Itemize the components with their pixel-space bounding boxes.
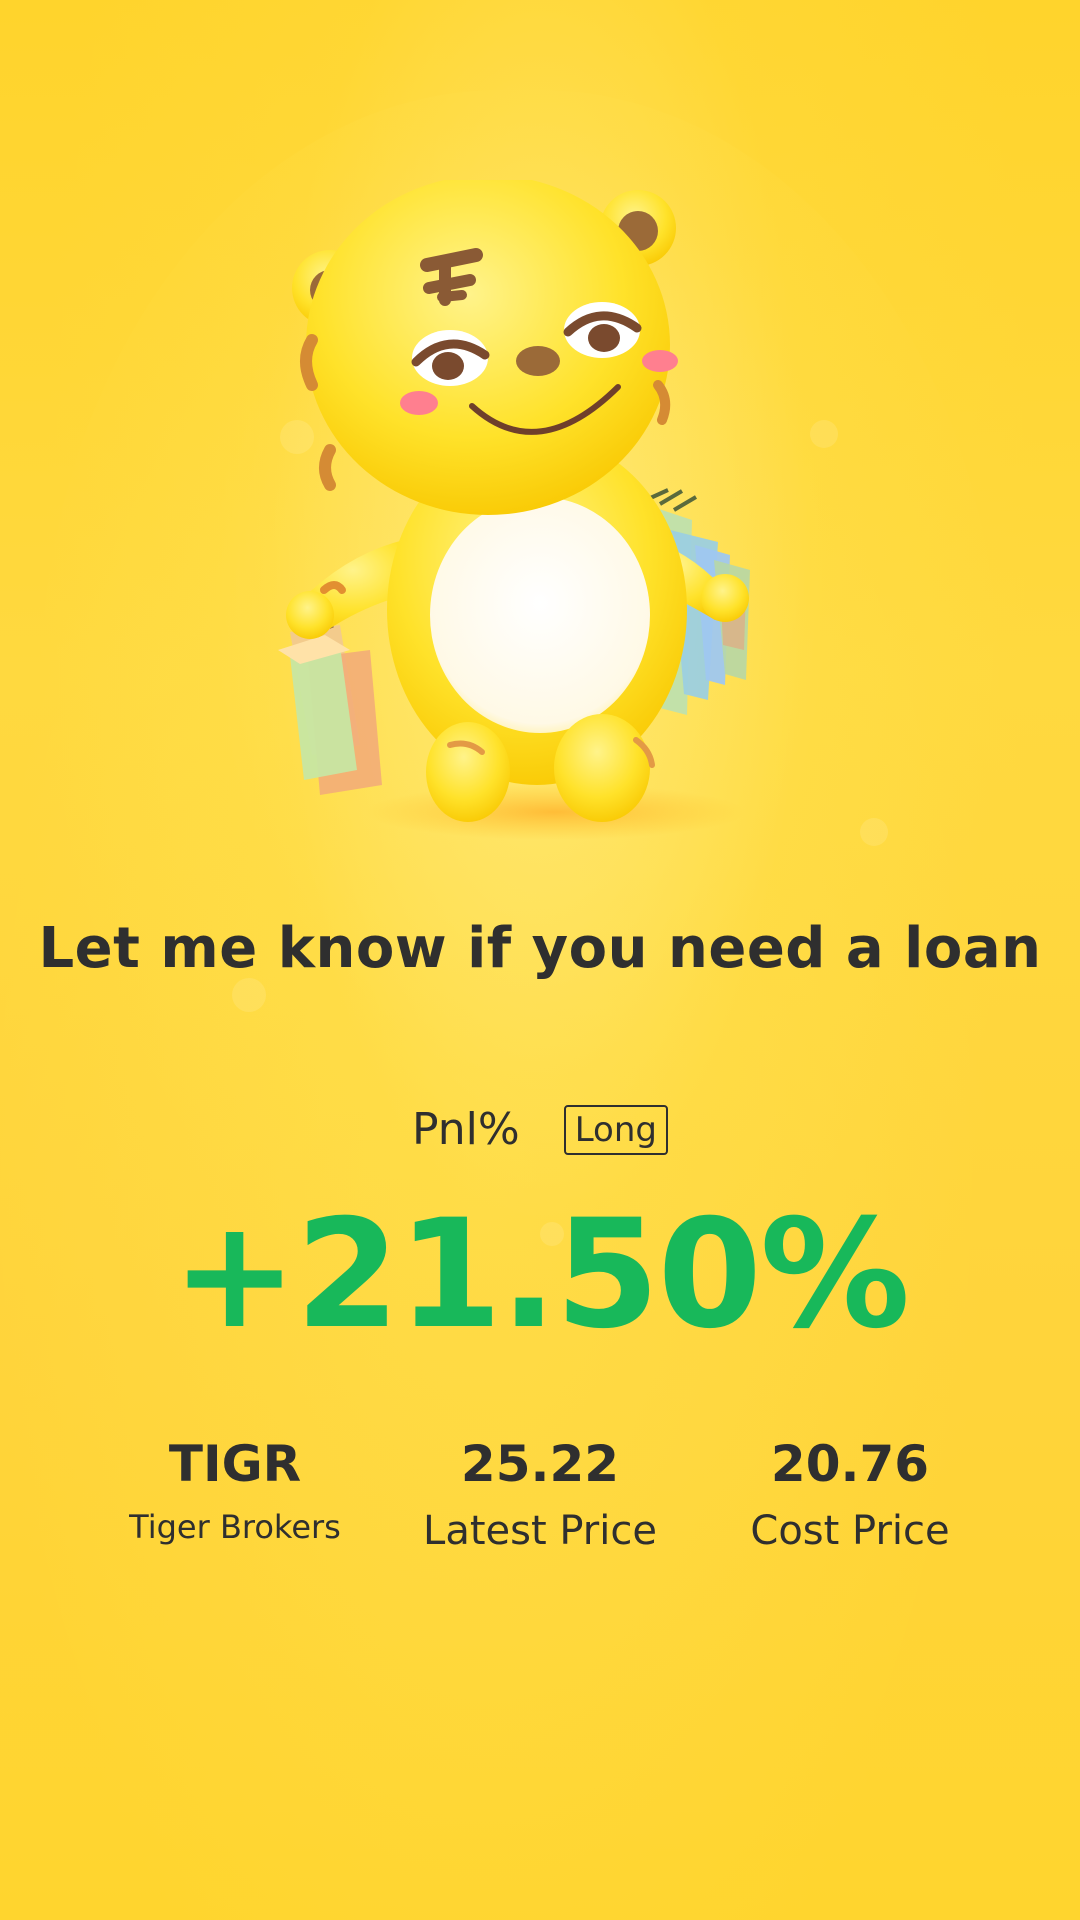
left-shopping-bags [278,611,382,795]
stat-value: 25.22 [460,1435,620,1493]
stat-label: Latest Price [423,1508,657,1554]
pnl-percentage: +21.50% [171,1188,910,1362]
bokeh-dot [232,978,266,1012]
stat-value: 20.76 [770,1435,930,1493]
bokeh-dot [860,818,888,846]
headline: Let me know if you need a loan [38,916,1042,981]
pnl-row: Pnl% Long [0,1104,1080,1155]
pnl-label: Pnl% [412,1104,520,1155]
stat-label: Tiger Brokers [129,1508,341,1546]
stat-ticker: TIGR Tiger Brokers [120,1432,350,1546]
stats-row: TIGR Tiger Brokers 25.22 Latest Price 20… [0,1432,1080,1572]
position-badge: Long [563,1104,668,1155]
tiger-mascot-icon [278,180,750,840]
stat-cost-price: 20.76 Cost Price [735,1432,965,1554]
stat-latest-price: 25.22 Latest Price [410,1432,670,1554]
stat-value: TIGR [168,1435,302,1493]
stat-label: Cost Price [750,1508,950,1554]
